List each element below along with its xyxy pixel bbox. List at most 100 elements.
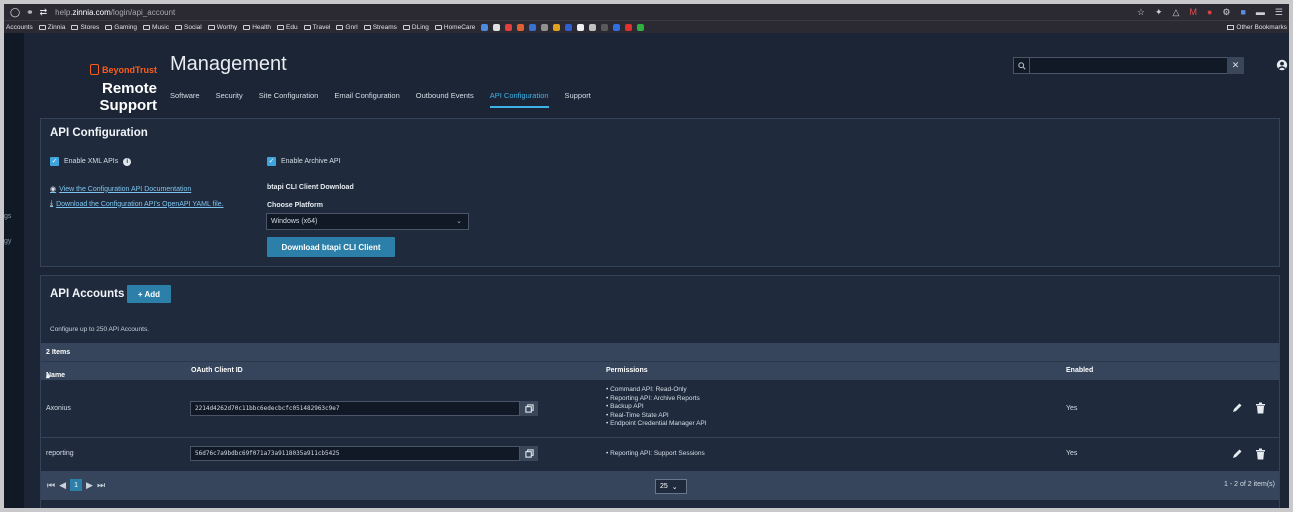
bookmark-homecare[interactable]: HomeCare xyxy=(434,24,475,31)
url-text[interactable]: help.zinnia.com/login/api_account xyxy=(55,8,175,17)
first-page-icon[interactable]: ⏮ xyxy=(47,480,55,491)
column-header-client-id[interactable]: OAuth Client ID xyxy=(191,367,243,374)
folder-icon xyxy=(1227,24,1235,30)
bookmark-other[interactable]: Other Bookmarks xyxy=(1227,24,1287,31)
client-id-field[interactable]: 56d76c7a9bdbc69f071a73a9118035a911cb5425 xyxy=(190,446,520,461)
copy-icon[interactable] xyxy=(520,446,538,461)
checkmark-icon: ✓ xyxy=(267,157,276,166)
page-number-button[interactable]: 1 xyxy=(70,479,83,491)
favicon-icon[interactable] xyxy=(493,23,501,31)
favicon-icon[interactable] xyxy=(565,23,573,31)
enabled-value: Yes xyxy=(1066,405,1078,412)
favicon-icon[interactable] xyxy=(481,23,489,31)
star-icon[interactable]: ☆ xyxy=(1137,7,1145,18)
folder-icon xyxy=(336,24,344,30)
page-size-select[interactable]: 25 ⌄ xyxy=(655,479,687,494)
pin-icon[interactable]: ✦ xyxy=(1155,7,1163,18)
favicon-icon[interactable] xyxy=(613,23,621,31)
extensions-icon[interactable]: △ xyxy=(1173,7,1180,18)
favicon-icon[interactable] xyxy=(625,23,633,31)
left-nav-fragment[interactable]: gs xyxy=(4,213,11,220)
column-header-permissions[interactable]: Permissions xyxy=(606,367,648,374)
favicon-icon[interactable] xyxy=(553,23,561,31)
info-icon[interactable]: i xyxy=(123,157,132,166)
gmail-icon[interactable]: M xyxy=(1189,7,1197,18)
favicon-icon[interactable] xyxy=(517,23,525,31)
favicon-icon[interactable] xyxy=(577,23,585,31)
tab-site-configuration[interactable]: Site Configuration xyxy=(259,91,319,108)
permissions-list: Reporting API: Support Sessions xyxy=(606,450,705,459)
bookmark-social[interactable]: Social xyxy=(175,24,202,31)
addon-icon[interactable]: ■ xyxy=(1240,7,1245,18)
api-configuration-panel: API Configuration ✓ Enable XML APIs i ✓ … xyxy=(40,118,1280,267)
bookmark-gaming[interactable]: Gaming xyxy=(105,24,137,31)
folder-icon xyxy=(71,24,79,30)
bookmark-dling[interactable]: DLing xyxy=(402,24,429,31)
tab-api-configuration[interactable]: API Configuration xyxy=(489,91,549,108)
tab-outbound-events[interactable]: Outbound Events xyxy=(416,91,474,108)
bookmark-accounts[interactable]: Accounts xyxy=(6,24,33,31)
add-api-account-button[interactable]: + Add xyxy=(127,285,171,303)
user-account-icon[interactable] xyxy=(1276,59,1288,71)
enable-xml-label: Enable XML APIs xyxy=(64,158,119,165)
client-id-field[interactable]: 2214d4262d70c11bbc6edecbcfc051482963c9e7 xyxy=(190,401,520,416)
bookmark-travel[interactable]: Travel xyxy=(303,24,330,31)
clear-search-icon[interactable]: ✕ xyxy=(1227,57,1244,74)
column-header-enabled[interactable]: Enabled xyxy=(1066,367,1093,374)
delete-trash-icon[interactable] xyxy=(1255,402,1266,414)
search-box: ✕ xyxy=(1013,57,1244,74)
favicon-icon[interactable] xyxy=(541,23,549,31)
permission-item: Real-Time State API xyxy=(606,412,707,421)
folder-icon xyxy=(38,24,46,30)
gear-icon[interactable]: ⚙ xyxy=(1222,7,1230,18)
view-api-docs-link[interactable]: ◉ View the Configuration API Documentati… xyxy=(50,185,191,194)
brand-logo[interactable]: BeyondTrust Remote Support xyxy=(42,64,157,114)
tab-security[interactable]: Security xyxy=(216,91,243,108)
left-nav-fragment[interactable]: gy xyxy=(4,238,11,245)
download-yaml-link[interactable]: ⤓ Download the Configuration API's OpenA… xyxy=(50,200,223,208)
delete-trash-icon[interactable] xyxy=(1255,448,1266,460)
download-cli-button[interactable]: Download btapi CLI Client xyxy=(267,237,395,257)
bookmark-gnrl[interactable]: Gnrl xyxy=(336,24,358,31)
folder-icon xyxy=(402,24,410,30)
menu-icon[interactable]: ☰ xyxy=(1275,7,1283,18)
addon-icon[interactable]: ▬ xyxy=(1256,7,1265,18)
bookmark-streams[interactable]: Streams xyxy=(363,24,397,31)
favicon-icon[interactable] xyxy=(637,23,645,31)
bookmark-edu[interactable]: Edu xyxy=(277,24,298,31)
tab-email-configuration[interactable]: Email Configuration xyxy=(334,91,399,108)
bookmark-music[interactable]: Music xyxy=(143,24,169,31)
previous-page-icon[interactable]: ◀ xyxy=(59,480,66,491)
tab-software[interactable]: Software xyxy=(170,91,200,108)
enable-xml-checkbox[interactable]: ✓ Enable XML APIs i xyxy=(50,157,132,166)
next-page-icon[interactable]: ▶ xyxy=(86,480,93,491)
edit-pencil-icon[interactable] xyxy=(1231,448,1243,460)
search-icon[interactable] xyxy=(1014,58,1030,73)
enable-archive-checkbox[interactable]: ✓ Enable Archive API xyxy=(267,157,341,166)
last-page-icon[interactable]: ⏭ xyxy=(97,480,105,491)
favicon-icon[interactable] xyxy=(529,23,537,31)
favicon-icon[interactable] xyxy=(505,23,513,31)
lock-icon[interactable]: ⚭ xyxy=(26,7,34,18)
permissions-icon[interactable]: ⇄ xyxy=(40,7,48,18)
sort-ascending-icon: ▴ xyxy=(46,373,50,380)
shield-icon[interactable]: ◯ xyxy=(10,7,20,18)
search-input[interactable] xyxy=(1030,58,1243,73)
folder-icon xyxy=(243,24,251,30)
browser-window: ◯ ⚭ ⇄ help.zinnia.com/login/api_account … xyxy=(4,4,1289,508)
favicon-icon[interactable] xyxy=(601,23,609,31)
bookmark-stores[interactable]: Stores xyxy=(71,24,99,31)
permissions-list: Command API: Read-Only Reporting API: Ar… xyxy=(606,386,707,429)
bookmark-health[interactable]: Health xyxy=(243,24,271,31)
bookmark-worthy[interactable]: Worthy xyxy=(207,24,237,31)
eye-icon: ◉ xyxy=(50,186,57,193)
main-tabs: Software Security Site Configuration Ema… xyxy=(170,91,607,108)
tab-support[interactable]: Support xyxy=(565,91,591,108)
favicon-icon[interactable] xyxy=(589,23,597,31)
edit-pencil-icon[interactable] xyxy=(1231,402,1243,414)
copy-icon[interactable] xyxy=(520,401,538,416)
url-bar[interactable]: ◯ ⚭ ⇄ help.zinnia.com/login/api_account … xyxy=(4,4,1289,20)
bookmark-zinnia[interactable]: Zinnia xyxy=(38,24,65,31)
addon-icon[interactable]: ● xyxy=(1207,7,1212,18)
platform-select[interactable]: Windows (x64) ⌄ xyxy=(266,213,469,230)
